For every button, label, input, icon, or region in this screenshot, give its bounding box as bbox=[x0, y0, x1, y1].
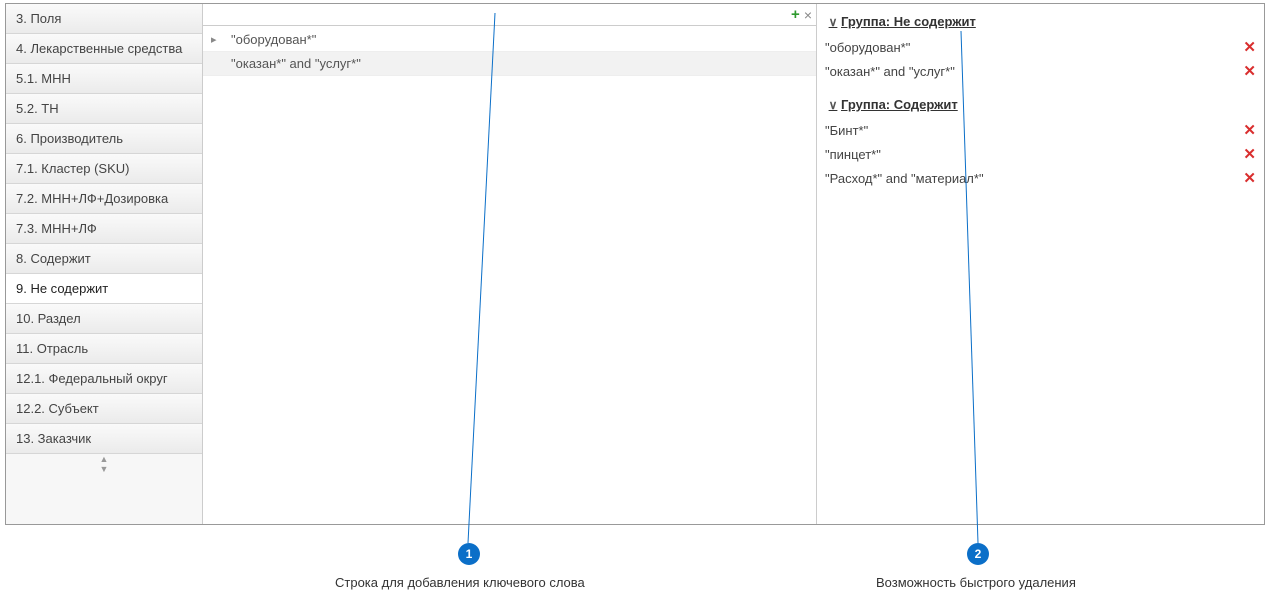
keyword-row[interactable]: "оказан*" and "услуг*" bbox=[203, 52, 816, 76]
sidebar-item-12[interactable]: 12.1. Федеральный округ bbox=[6, 364, 202, 394]
sidebar: 3. Поля4. Лекарственные средства5.1. МНН… bbox=[6, 4, 203, 524]
rule-group: ∨Группа: Содержит"Бинт*"✕"пинцет*"✕"Расх… bbox=[825, 97, 1256, 190]
clear-keyword-icon[interactable]: × bbox=[804, 7, 812, 23]
sidebar-item-14[interactable]: 13. Заказчик bbox=[6, 424, 202, 454]
rule-row: "оборудован*" ✕ bbox=[825, 35, 1256, 59]
group-header[interactable]: ∨Группа: Не содержит bbox=[825, 14, 1256, 29]
rule-row: "пинцет*" ✕ bbox=[825, 142, 1256, 166]
rule-group: ∨Группа: Не содержит"оборудован*"✕"оказа… bbox=[825, 14, 1256, 83]
chevron-down-icon[interactable]: ∨ bbox=[825, 15, 841, 29]
group-title: Группа: Содержит bbox=[841, 97, 958, 112]
sidebar-item-9[interactable]: 9. Не содержит bbox=[6, 274, 202, 304]
callout-caption-2: Возможность быстрого удаления bbox=[876, 575, 1076, 590]
sidebar-item-6[interactable]: 7.2. МНН+ЛФ+Дозировка bbox=[6, 184, 202, 214]
sidebar-item-5[interactable]: 7.1. Кластер (SKU) bbox=[6, 154, 202, 184]
sidebar-item-11[interactable]: 11. Отрасль bbox=[6, 334, 202, 364]
rule-text: "пинцет*" bbox=[825, 147, 881, 162]
callout-num-1: 1 bbox=[466, 547, 473, 561]
sidebar-item-2[interactable]: 5.1. МНН bbox=[6, 64, 202, 94]
delete-rule-icon[interactable]: ✕ bbox=[1243, 145, 1256, 163]
keyword-rows: ▸"оборудован*" "оказан*" and "услуг*" bbox=[203, 26, 816, 524]
app-frame: 3. Поля4. Лекарственные средства5.1. МНН… bbox=[5, 3, 1265, 525]
rule-text: "оборудован*" bbox=[825, 40, 910, 55]
delete-rule-icon[interactable]: ✕ bbox=[1243, 169, 1256, 187]
delete-rule-icon[interactable]: ✕ bbox=[1243, 38, 1256, 56]
sidebar-list: 3. Поля4. Лекарственные средства5.1. МНН… bbox=[6, 4, 202, 454]
callout-bubble-2: 2 bbox=[967, 543, 989, 565]
add-keyword-icon[interactable]: + bbox=[791, 6, 800, 23]
scroll-up-icon[interactable]: ▲ bbox=[6, 454, 202, 464]
scroll-down-icon[interactable]: ▼ bbox=[6, 464, 202, 474]
sidebar-item-0[interactable]: 3. Поля bbox=[6, 4, 202, 34]
sidebar-item-13[interactable]: 12.2. Субъект bbox=[6, 394, 202, 424]
sidebar-item-3[interactable]: 5.2. ТН bbox=[6, 94, 202, 124]
chevron-down-icon[interactable]: ∨ bbox=[825, 98, 841, 112]
right-panel: ∨Группа: Не содержит"оборудован*"✕"оказа… bbox=[817, 4, 1264, 524]
rule-row: "Расход*" and "материал*" ✕ bbox=[825, 166, 1256, 190]
sidebar-scroll-hints[interactable]: ▲ ▼ bbox=[6, 454, 202, 474]
sidebar-item-7[interactable]: 7.3. МНН+ЛФ bbox=[6, 214, 202, 244]
middle-panel: + × ▸"оборудован*" "оказан*" and "услуг*" bbox=[203, 4, 817, 524]
delete-rule-icon[interactable]: ✕ bbox=[1243, 62, 1256, 80]
callout-caption-1: Строка для добавления ключевого слова bbox=[335, 575, 585, 590]
expand-arrow-icon[interactable]: ▸ bbox=[211, 33, 225, 46]
sidebar-item-4[interactable]: 6. Производитель bbox=[6, 124, 202, 154]
keyword-text: "оказан*" and "услуг*" bbox=[225, 56, 361, 71]
sidebar-item-10[interactable]: 10. Раздел bbox=[6, 304, 202, 334]
rule-text: "оказан*" and "услуг*" bbox=[825, 64, 955, 79]
keyword-add-bar[interactable]: + × bbox=[203, 4, 816, 26]
sidebar-item-8[interactable]: 8. Содержит bbox=[6, 244, 202, 274]
keyword-text: "оборудован*" bbox=[225, 32, 316, 47]
callout-bubble-1: 1 bbox=[458, 543, 480, 565]
group-header[interactable]: ∨Группа: Содержит bbox=[825, 97, 1256, 112]
rule-text: "Расход*" and "материал*" bbox=[825, 171, 984, 186]
delete-rule-icon[interactable]: ✕ bbox=[1243, 121, 1256, 139]
rule-row: "Бинт*" ✕ bbox=[825, 118, 1256, 142]
keyword-row[interactable]: ▸"оборудован*" bbox=[203, 28, 816, 52]
rule-text: "Бинт*" bbox=[825, 123, 868, 138]
callout-num-2: 2 bbox=[975, 547, 982, 561]
sidebar-item-1[interactable]: 4. Лекарственные средства bbox=[6, 34, 202, 64]
group-title: Группа: Не содержит bbox=[841, 14, 976, 29]
rule-row: "оказан*" and "услуг*" ✕ bbox=[825, 59, 1256, 83]
